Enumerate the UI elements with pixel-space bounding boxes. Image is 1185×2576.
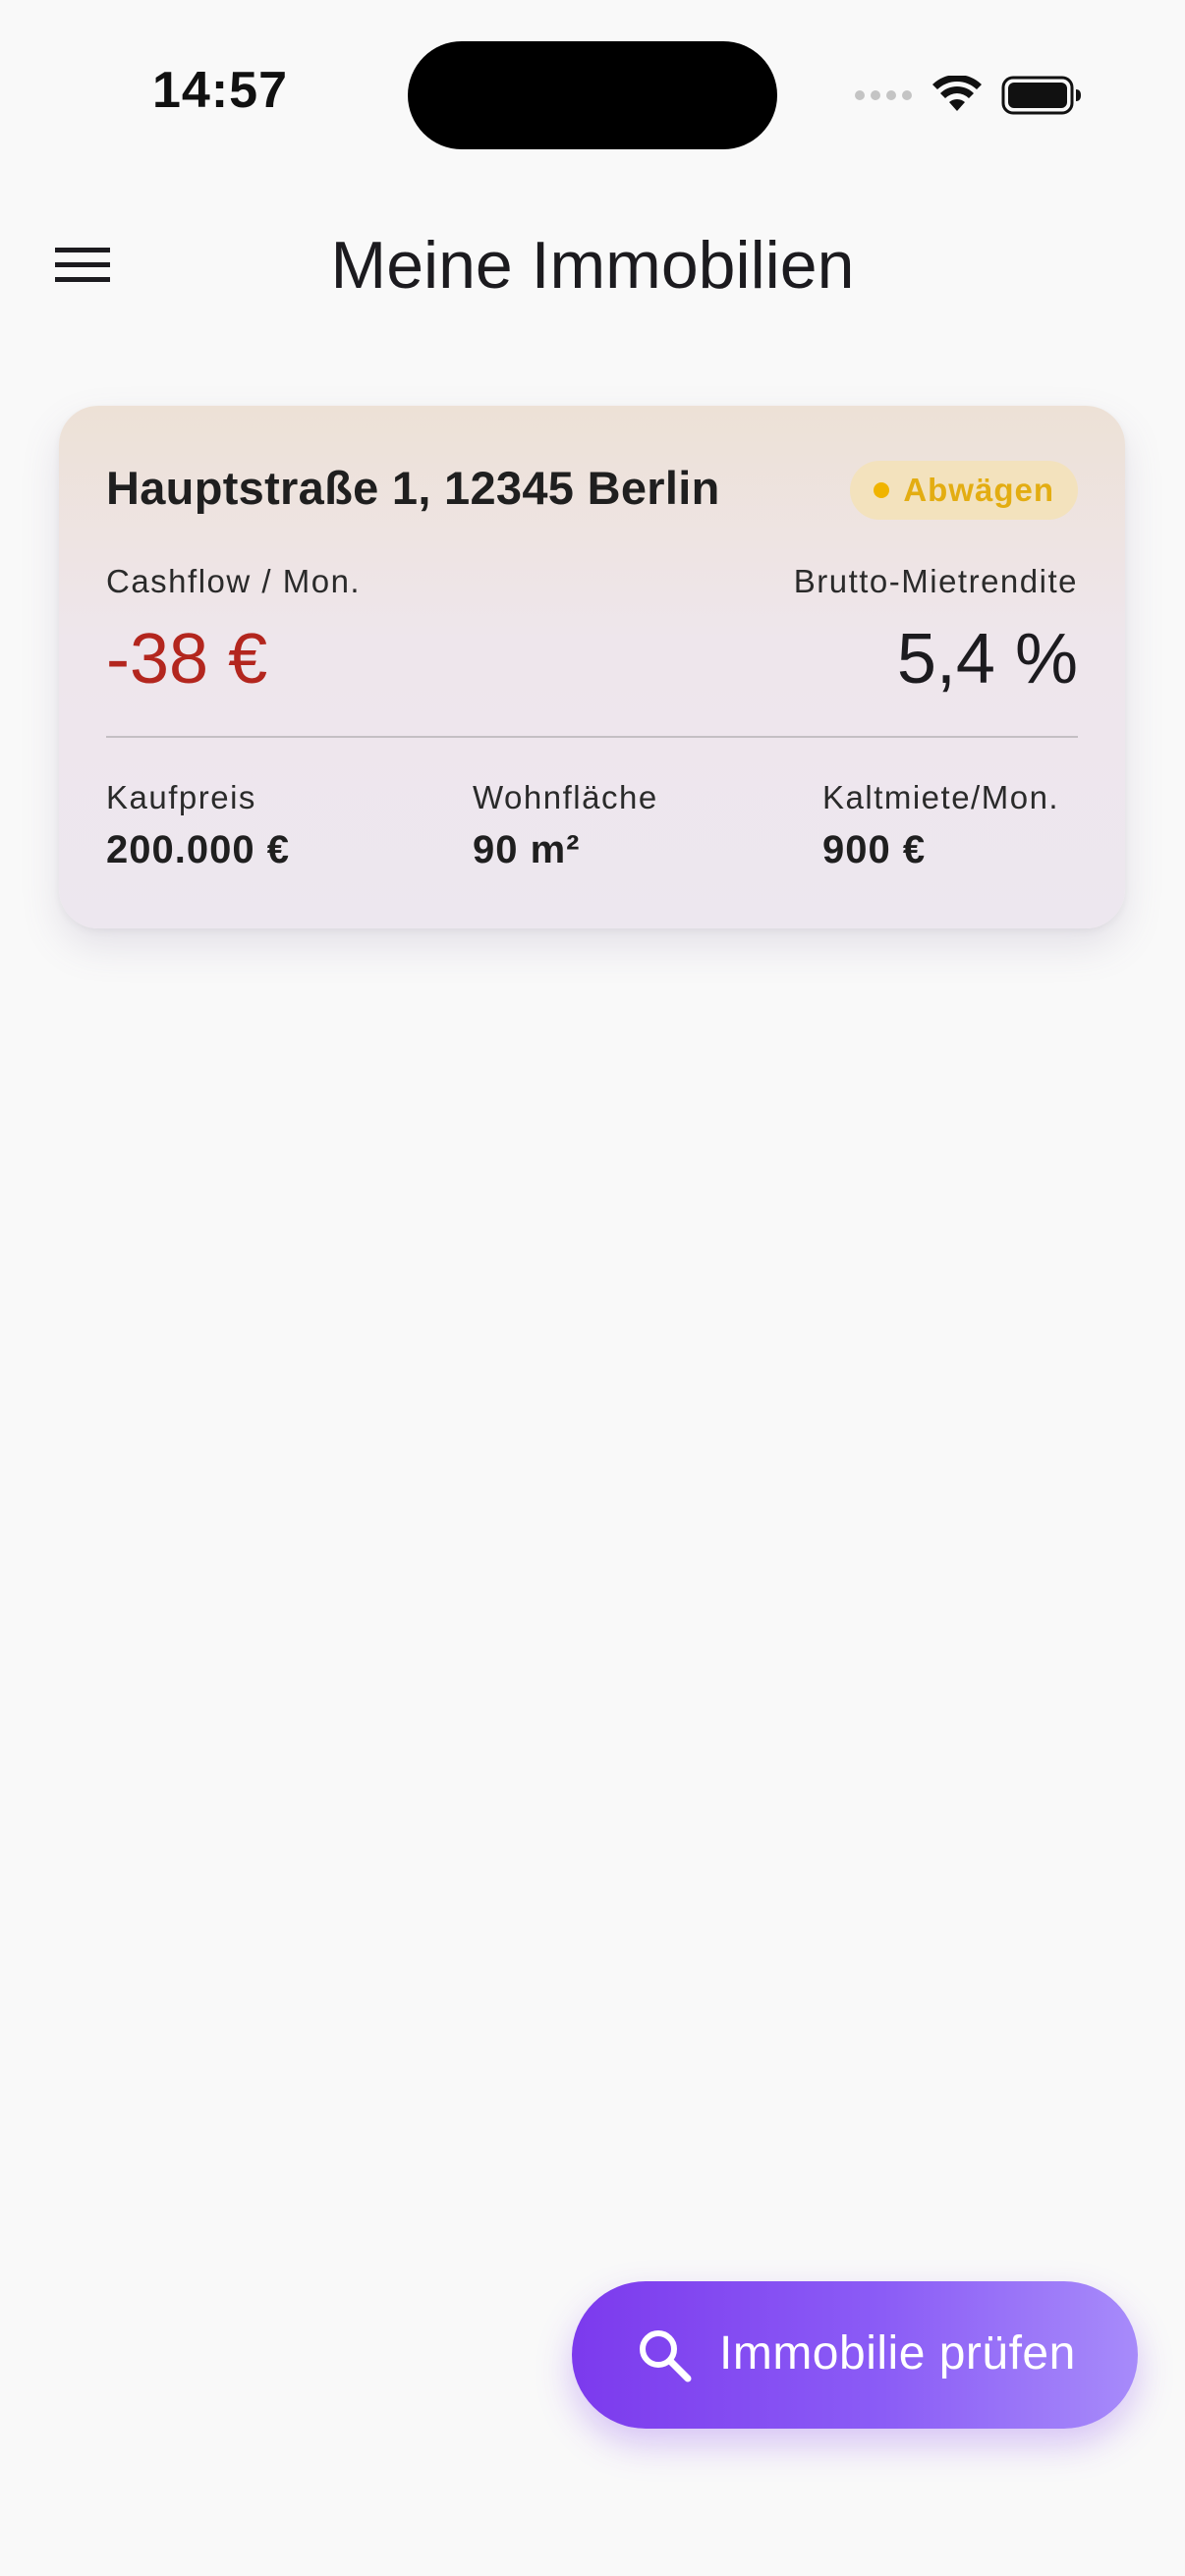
check-property-label: Immobilie prüfen bbox=[719, 2327, 1076, 2380]
living-area-label: Wohnfläche bbox=[473, 779, 658, 815]
gross-yield-label: Brutto-Mietrendite bbox=[793, 563, 1078, 599]
status-badge-label: Abwägen bbox=[903, 472, 1054, 508]
status-icons bbox=[854, 71, 1082, 120]
app-bar: Meine Immobilien bbox=[0, 196, 1185, 334]
wifi-icon bbox=[932, 76, 982, 111]
purchase-price-value: 200.000 € bbox=[106, 828, 290, 871]
status-badge: Abwägen bbox=[850, 461, 1078, 520]
status-bar: 14:57 bbox=[0, 0, 1185, 187]
cold-rent-value: 900 € bbox=[822, 828, 927, 871]
status-time: 14:57 bbox=[152, 62, 288, 119]
card-divider bbox=[106, 736, 1078, 738]
cashflow-value: -38 € bbox=[106, 620, 268, 699]
battery-icon bbox=[1001, 76, 1081, 115]
purchase-price-label: Kaufpreis bbox=[106, 779, 256, 815]
status-dot-icon bbox=[874, 482, 890, 498]
signal-dots-icon bbox=[855, 90, 912, 100]
search-icon bbox=[640, 2330, 692, 2382]
property-address: Hauptstraße 1, 12345 Berlin bbox=[106, 462, 720, 514]
living-area-value: 90 m² bbox=[473, 828, 581, 871]
dynamic-island bbox=[408, 41, 777, 149]
check-property-button[interactable]: Immobilie prüfen bbox=[572, 2281, 1138, 2429]
cashflow-label: Cashflow / Mon. bbox=[106, 563, 362, 599]
gross-yield-value: 5,4 % bbox=[896, 620, 1078, 699]
page-title: Meine Immobilien bbox=[330, 228, 855, 303]
property-card[interactable]: Hauptstraße 1, 12345 Berlin Abwägen Cash… bbox=[59, 406, 1125, 928]
cold-rent-label: Kaltmiete/Mon. bbox=[822, 779, 1060, 815]
